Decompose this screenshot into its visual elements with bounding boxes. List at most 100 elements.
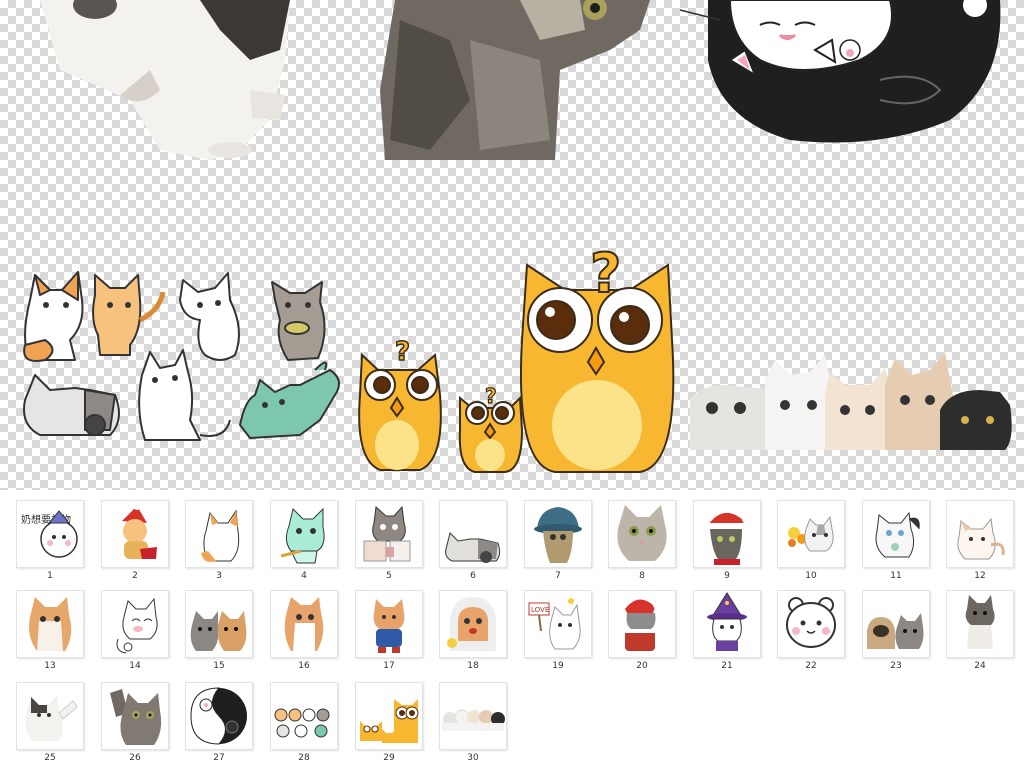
thumbnail-label: 3 [216, 571, 222, 581]
cat-row-icon [439, 682, 507, 750]
tabby-cat-photo [380, 0, 650, 160]
thumbnail-gallery: 奶想要礼物 1 2 3 4 5 6 7 8 9 10 11 12 13 14 1… [0, 490, 1024, 768]
thumbnail-item-22[interactable]: 22 [776, 590, 846, 671]
thumbnail-label: 19 [552, 661, 564, 671]
thumbnail-item-14[interactable]: 14 [100, 590, 170, 671]
santa-cat-icon [101, 500, 169, 568]
thumbnail-item-6[interactable]: 6 [438, 500, 508, 581]
thumbnail-label: 7 [555, 571, 561, 581]
thumbnail-item-3[interactable]: 3 [184, 500, 254, 581]
kitten-hat-icon [524, 500, 592, 568]
thumbnail-item-26[interactable]: 26 [100, 682, 170, 763]
thumbnail-label: 2 [132, 571, 138, 581]
waving-cat-icon [16, 682, 84, 750]
reaching-cat-icon [101, 682, 169, 750]
thumbnail-label: 25 [44, 753, 56, 763]
thumbnail-item-24[interactable]: 24 [945, 590, 1015, 671]
thumbnail-label: 26 [129, 753, 141, 763]
thumbnail-label: 17 [383, 661, 395, 671]
thumbnail-item-23[interactable]: 23 [861, 590, 931, 671]
thumbnail-item-21[interactable]: 21 [692, 590, 762, 671]
cat-sketch-icon [101, 590, 169, 658]
thumbnail-item-16[interactable]: 16 [269, 590, 339, 671]
santa-costume-icon [608, 590, 676, 658]
big-owl-question-mark: ? [590, 242, 621, 305]
preview-artwork: ? ? ? [23, 0, 1012, 473]
thumbnail-item-7[interactable]: 7 [523, 500, 593, 581]
love-sign-cat-icon: LOVE [524, 590, 592, 658]
white-cat-icon [862, 500, 930, 568]
thumbnail-item-27[interactable]: 27 [184, 682, 254, 763]
thumbnail-item-13[interactable]: 13 [15, 590, 85, 671]
thumbnail-label: 22 [805, 661, 817, 671]
thumbnail-label: 4 [301, 571, 307, 581]
thumbnail-label: 15 [213, 661, 225, 671]
thumbnail-item-10[interactable]: 10 [776, 500, 846, 581]
thumbnail-label: 18 [467, 661, 479, 671]
pug-kitten-icon [862, 590, 930, 658]
thumbnail-label: 30 [467, 753, 479, 763]
ginger-kitten-icon [16, 590, 84, 658]
thumbnail-item-4[interactable]: 4 [269, 500, 339, 581]
flower-cat-icon [777, 500, 845, 568]
thumbnail-item-19[interactable]: LOVE 19 [523, 590, 593, 671]
cream-cat-icon [946, 500, 1014, 568]
mint-cat-icon [270, 500, 338, 568]
thumbnail-label: 5 [386, 571, 392, 581]
lying-cat-icon [439, 500, 507, 568]
two-kittens-icon [185, 590, 253, 658]
wizard-cat-icon [693, 590, 761, 658]
love-sign-text: LOVE [531, 606, 549, 614]
peeking-cats-row [690, 352, 1012, 450]
owls-icon [355, 682, 423, 750]
thumbnail-label: 20 [636, 661, 648, 671]
thumbnail-label: 8 [639, 571, 645, 581]
thumbnail-label: 12 [974, 571, 986, 581]
christmas-kitten-icon [693, 500, 761, 568]
tabby-kitten-icon [608, 500, 676, 568]
thumbnail-label: 10 [805, 571, 817, 581]
thumbnail-item-29[interactable]: 29 [354, 682, 424, 763]
thumbnail-item-9[interactable]: 9 [692, 500, 762, 581]
thumbnail-item-18[interactable]: 18 [438, 590, 508, 671]
white-bear-icon [777, 590, 845, 658]
thumbnail-label: 6 [470, 571, 476, 581]
thumbnail-label: 21 [721, 661, 733, 671]
thumbnail-label: 1 [47, 571, 53, 581]
yin-yang-cats-icon [185, 682, 253, 750]
thumbnail-label: 28 [298, 753, 310, 763]
thumbnail-item-30[interactable]: 30 [438, 682, 508, 763]
thumbnail-item-11[interactable]: 11 [861, 500, 931, 581]
thumbnail-item-20[interactable]: 20 [607, 590, 677, 671]
thumbnail-item-2[interactable]: 2 [100, 500, 170, 581]
thumbnail-item-8[interactable]: 8 [607, 500, 677, 581]
tiny-owl-question-mark: ? [485, 384, 497, 408]
thumbnail-item-17[interactable]: 17 [354, 590, 424, 671]
thumbnail-item-5[interactable]: 5 [354, 500, 424, 581]
thumbnail-label: 29 [383, 753, 395, 763]
thumbnail-label: 16 [298, 661, 310, 671]
cartoon-cats-collection [23, 271, 340, 441]
thumbnail-label: 27 [213, 753, 225, 763]
yin-yang-cats-illustration [679, 0, 1001, 143]
thumbnail-label: 11 [890, 571, 902, 581]
thumbnail-item-15[interactable]: 15 [184, 590, 254, 671]
owl-family-illustration [358, 263, 675, 473]
gray-cat-gift-icon [355, 500, 423, 568]
bear-text-icon: 奶想要礼物 [16, 500, 84, 568]
left-owl-question-mark: ? [395, 337, 410, 367]
thumbnail-item-25[interactable]: 25 [15, 682, 85, 763]
thumbnail-label: 14 [129, 661, 141, 671]
standing-kitten-icon [946, 590, 1014, 658]
white-kitten-photo [40, 0, 290, 160]
orange-kitten-icon [270, 590, 338, 658]
costume-cat-icon [355, 590, 423, 658]
kitten-hood-icon [439, 590, 507, 658]
thumbnail-item-28[interactable]: 28 [269, 682, 339, 763]
thumbnail-item-1[interactable]: 奶想要礼物 1 [15, 500, 85, 581]
cat-stickers-icon [270, 682, 338, 750]
orange-cat-icon [185, 500, 253, 568]
thumbnail-label: 24 [974, 661, 986, 671]
thumbnail-item-12[interactable]: 12 [945, 500, 1015, 581]
thumbnail-label: 23 [890, 661, 902, 671]
